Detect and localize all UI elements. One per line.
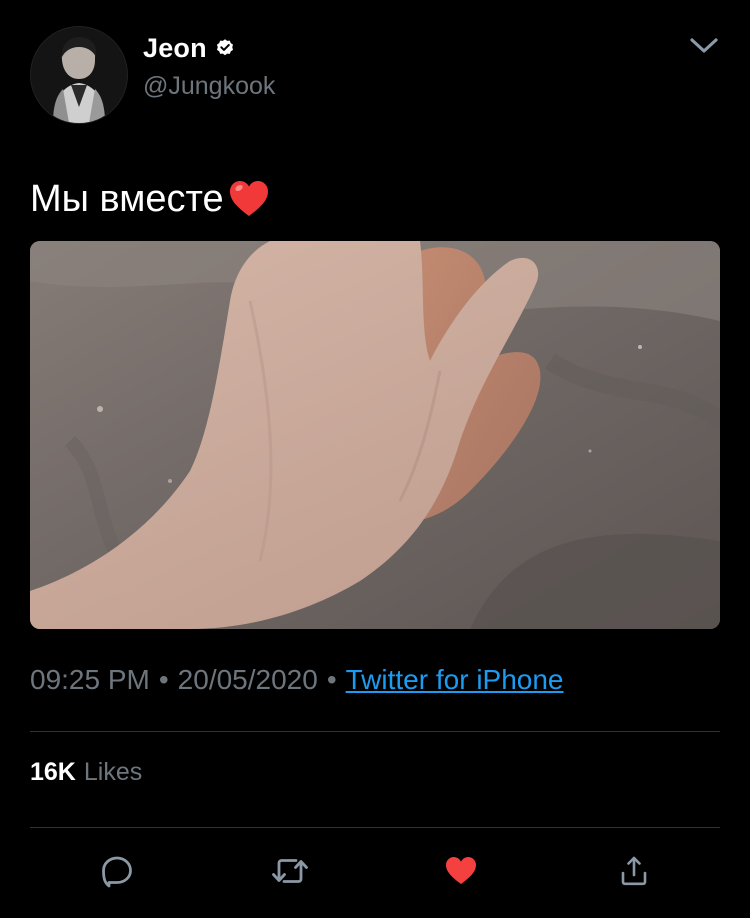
tweet-text-content: Мы вместе	[30, 177, 224, 220]
tweet-date: 20/05/2020	[177, 664, 318, 695]
tweet-detail: Jeon @Jungkook Мы вместе 09:25 PM • 20/0…	[0, 0, 750, 918]
divider	[30, 827, 720, 828]
retweet-icon	[270, 853, 310, 889]
avatar-photo	[31, 27, 127, 123]
likes-label: Likes	[83, 757, 143, 786]
reply-icon	[99, 853, 135, 889]
heart-icon	[443, 853, 479, 889]
share-icon	[616, 853, 652, 889]
reply-button[interactable]	[92, 846, 142, 896]
user-handle[interactable]: @Jungkook	[143, 72, 275, 101]
chevron-down-icon[interactable]	[688, 30, 720, 62]
tweet-header: Jeon @Jungkook	[30, 26, 720, 124]
tweet-source-link[interactable]: Twitter for iPhone	[346, 664, 564, 696]
share-button[interactable]	[609, 846, 659, 896]
tweet-stats[interactable]: 16K Likes	[30, 754, 142, 790]
tweet-actions	[30, 846, 720, 896]
likes-count: 16K	[30, 757, 76, 786]
retweet-button[interactable]	[265, 846, 315, 896]
meta-separator: •	[158, 664, 169, 695]
display-name[interactable]: Jeon	[143, 33, 207, 64]
hands-photo	[30, 241, 720, 629]
red-heart-emoji-icon	[227, 177, 271, 221]
tweet-time: 09:25 PM	[30, 664, 150, 695]
tweet-photo[interactable]	[30, 241, 720, 629]
name-row: Jeon	[143, 30, 235, 66]
avatar[interactable]	[30, 26, 128, 124]
divider	[30, 731, 720, 732]
like-button[interactable]	[436, 846, 486, 896]
tweet-text: Мы вместе	[30, 172, 271, 226]
verified-badge-icon	[215, 38, 235, 58]
tweet-meta: 09:25 PM • 20/05/2020 • Twitter for iPho…	[30, 662, 564, 698]
meta-separator: •	[326, 664, 337, 695]
